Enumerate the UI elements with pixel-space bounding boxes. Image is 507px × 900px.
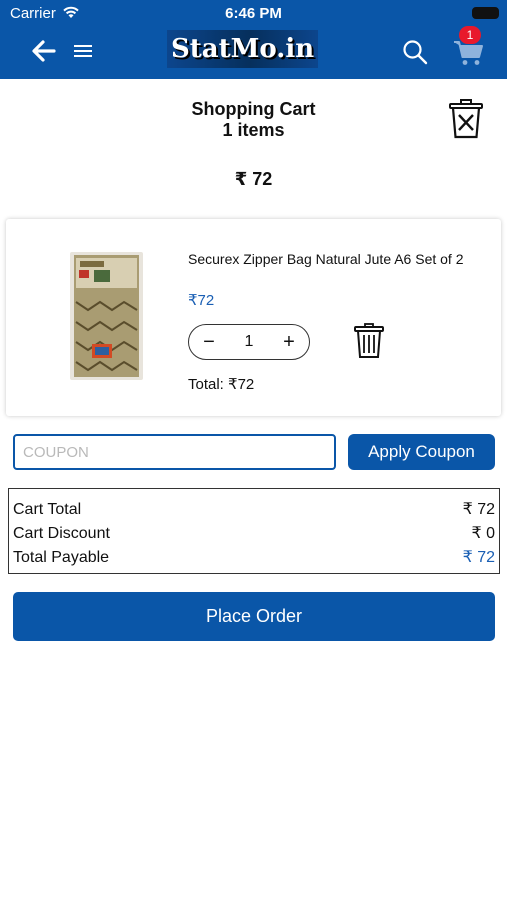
back-arrow-icon[interactable] <box>30 38 56 64</box>
hamburger-menu-icon[interactable] <box>74 43 92 59</box>
product-image[interactable] <box>70 252 143 380</box>
cart-total-label: Cart Total <box>13 501 82 518</box>
trash-icon[interactable] <box>354 323 384 359</box>
items-count: 1 items <box>222 120 285 140</box>
product-price: ₹72 <box>188 292 215 309</box>
place-order-button[interactable]: Place Order <box>13 592 495 641</box>
product-name[interactable]: Securex Zipper Bag Natural Jute A6 Set o… <box>188 251 488 267</box>
total-payable-label: Total Payable <box>13 549 110 566</box>
cart-total-value: ₹ 72 <box>462 501 495 518</box>
cart-discount-row: Cart Discount ₹ 0 <box>13 522 495 546</box>
total-payable-value: ₹ 72 <box>462 549 495 566</box>
decrease-quantity-button[interactable]: − <box>191 325 227 359</box>
cart-discount-label: Cart Discount <box>13 525 110 542</box>
quantity-value: 1 <box>244 333 254 350</box>
cart-amount: ₹ 72 <box>234 169 273 189</box>
total-payable-row: Total Payable ₹ 72 <box>13 546 495 570</box>
increase-quantity-button[interactable]: + <box>271 325 307 359</box>
cart-item-card: Securex Zipper Bag Natural Jute A6 Set o… <box>6 219 501 416</box>
search-icon[interactable] <box>402 39 428 65</box>
statmo-logo[interactable]: StatMo.in <box>167 30 319 68</box>
cart-total-row: Cart Total ₹ 72 <box>13 498 495 522</box>
app-header: Carrier 6:46 PM StatMo.in 1 <box>0 0 507 79</box>
cart-count-badge: 1 <box>459 26 481 44</box>
order-summary: Cart Total ₹ 72 Cart Discount ₹ 0 Total … <box>8 488 500 574</box>
battery-icon <box>472 7 499 19</box>
item-total: Total: ₹72 <box>188 376 255 393</box>
clear-cart-icon[interactable] <box>448 99 484 139</box>
status-time: 6:46 PM <box>225 5 282 22</box>
page-title: Shopping Cart <box>191 99 316 119</box>
apply-coupon-button[interactable]: Apply Coupon <box>348 434 495 470</box>
cart-heading: Shopping Cart 1 items <box>150 99 357 141</box>
coupon-input[interactable] <box>13 434 336 470</box>
cart-discount-value: ₹ 0 <box>471 525 495 542</box>
quantity-stepper: − 1 + <box>188 324 310 360</box>
